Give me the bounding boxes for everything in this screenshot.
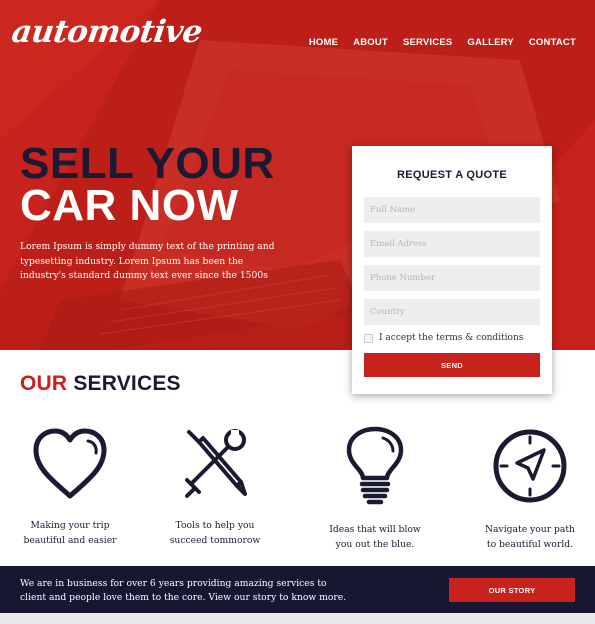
terms-row[interactable]: I accept the terms & conditions	[364, 333, 540, 343]
terms-checkbox[interactable]	[364, 333, 373, 343]
hero-headline: SELL YOUR CAR NOW	[20, 139, 275, 230]
service-item-navigate: Navigate your path to beautiful world.	[460, 426, 595, 552]
nav-about[interactable]: ABOUT	[353, 37, 388, 48]
services-title-rest: SERVICES	[73, 372, 181, 395]
service-item-trip: Making your trip beautiful and easier	[0, 426, 140, 548]
services-title: OUR SERVICES	[20, 372, 181, 396]
heart-icon	[33, 428, 107, 499]
story-text: We are in business for over 6 years prov…	[20, 578, 347, 603]
headline-line-2: CAR NOW	[20, 181, 239, 230]
service-item-tools: Tools to help you succeed tommorow	[145, 426, 285, 548]
service-navigate-line2: to beautiful world.	[486, 539, 574, 550]
services-title-accent: OUR	[20, 372, 68, 395]
headline-line-1: SELL YOUR	[20, 139, 275, 188]
compass-icon	[493, 429, 567, 503]
phone-input[interactable]	[364, 265, 540, 291]
quote-form-title: REQUEST A QUOTE	[396, 169, 508, 181]
full-name-input[interactable]	[364, 197, 540, 223]
our-story-button[interactable]: OUR STORY	[449, 578, 575, 602]
service-item-ideas: Ideas that will blow you out the blue.	[305, 426, 445, 552]
send-button[interactable]: SEND	[364, 353, 540, 377]
service-trip-line1: Making your trip	[30, 520, 110, 531]
service-tools-line2: succeed tommorow	[169, 535, 261, 546]
brand-logo[interactable]: automotive	[9, 14, 204, 50]
main-nav: HOME ABOUT SERVICES GALLERY CONTACT	[309, 37, 576, 48]
terms-label: I accept the terms & conditions	[379, 333, 524, 343]
service-navigate-line1: Navigate your path	[485, 524, 575, 535]
service-trip-line2: beautiful and easier	[23, 535, 117, 546]
story-bar: We are in business for over 6 years prov…	[0, 566, 595, 613]
country-input[interactable]	[364, 299, 540, 325]
email-input[interactable]	[364, 231, 540, 257]
service-ideas-line2: you out the blue.	[335, 539, 415, 550]
nav-services[interactable]: SERVICES	[403, 37, 452, 48]
bottom-strip	[0, 613, 595, 624]
hero-description: Lorem Ipsum is simply dummy text of the …	[20, 241, 275, 281]
tools-icon	[185, 429, 247, 498]
nav-gallery[interactable]: GALLERY	[467, 37, 513, 48]
service-tools-line1: Tools to help you	[175, 520, 255, 531]
nav-contact[interactable]: CONTACT	[529, 37, 576, 48]
quote-form: REQUEST A QUOTE I accept the terms & con…	[352, 146, 552, 394]
nav-home[interactable]: HOME	[309, 37, 338, 48]
service-ideas-line1: Ideas that will blow	[329, 524, 421, 535]
lightbulb-icon	[346, 426, 404, 505]
